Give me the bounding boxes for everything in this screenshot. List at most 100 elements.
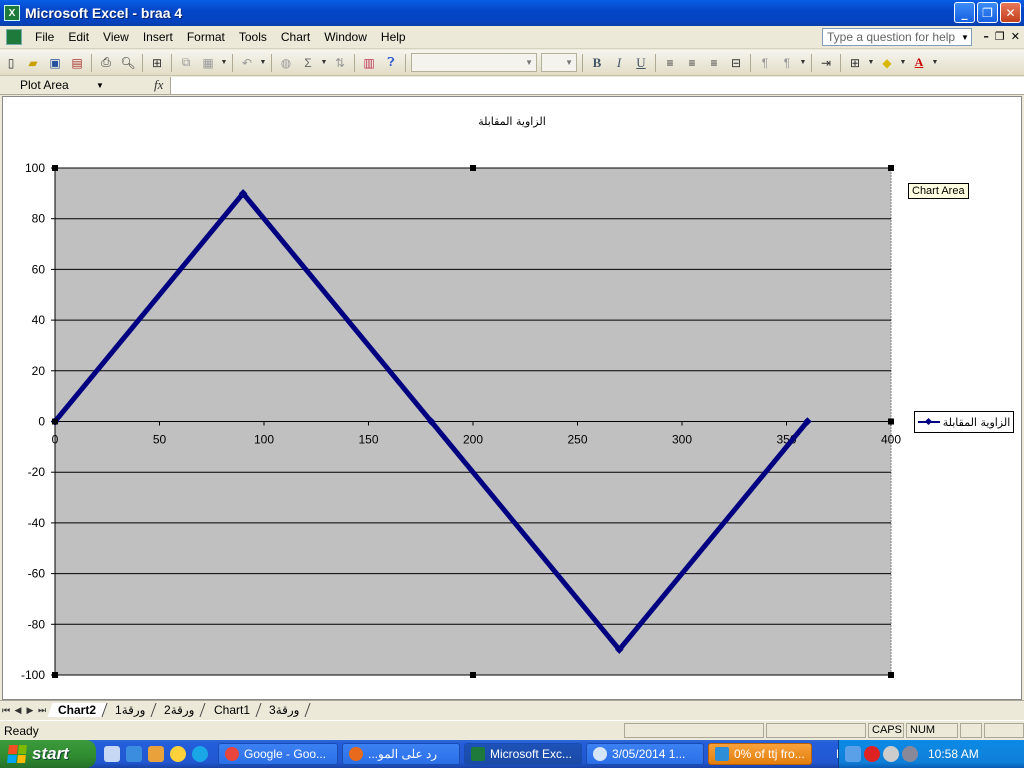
status-cell [624,723,764,738]
excel-app-icon[interactable]: X [4,5,20,21]
new-icon[interactable]: ▯ [1,53,21,73]
chart-legend[interactable]: الزاوية المقابلة [914,411,1014,433]
save-icon[interactable]: ▣ [45,53,65,73]
chevron-down-icon[interactable]: ▼ [958,28,972,46]
selection-handle [888,165,894,171]
help-search-input[interactable]: Type a question for help [822,28,972,46]
sort-icon[interactable]: ⇅ [330,53,350,73]
hyperlink-icon[interactable]: ◍ [276,53,296,73]
messenger-icon[interactable] [170,746,186,762]
selection-handle [888,672,894,678]
close-button[interactable]: ✕ [1000,2,1021,23]
chevron-down-icon[interactable]: ▼ [867,53,875,73]
help-icon[interactable]: ❓︎ [381,53,401,73]
italic-icon[interactable]: I [609,53,629,73]
font-name-select[interactable]: ▼ [411,53,537,72]
restore-button[interactable]: ❐ [977,2,998,23]
task-chrome[interactable]: Google - Goo... [218,743,338,765]
doc-restore-icon[interactable]: ❐ [995,30,1005,43]
chevron-down-icon[interactable]: ▼ [96,81,104,90]
chevron-down-icon[interactable]: ▼ [899,53,907,73]
align-center-icon[interactable]: ≡ [682,53,702,73]
chevron-down-icon[interactable]: ▼ [320,53,328,73]
underline-icon[interactable]: U [631,53,651,73]
font-color-icon[interactable]: A [909,53,929,73]
menu-edit[interactable]: Edit [61,30,96,44]
chevron-down-icon[interactable]: ▼ [220,53,228,73]
undo-icon[interactable]: ↶ [237,53,257,73]
skype-icon[interactable] [192,746,208,762]
tab-sheet3[interactable]: ورقة3 [258,703,311,717]
chevron-down-icon[interactable]: ▼ [931,53,939,73]
research-icon[interactable]: ⊞ [147,53,167,73]
minimize-button[interactable]: _ [954,2,975,23]
selection-handle [52,165,58,171]
merge-center-icon[interactable]: ⊟ [726,53,746,73]
align-left-icon[interactable]: ≡ [660,53,680,73]
chart-doc-icon[interactable] [6,29,22,45]
network-icon[interactable] [845,746,861,762]
fill-color-icon[interactable]: ◆ [877,53,897,73]
borders-icon[interactable]: ⊞ [845,53,865,73]
menu-insert[interactable]: Insert [136,30,180,44]
chart-wizard-icon[interactable]: ▥ [359,53,379,73]
show-desktop-icon[interactable] [104,746,120,762]
print-preview-icon[interactable]: 🔍︎ [118,53,138,73]
align-right-icon[interactable]: ≡ [704,53,724,73]
permission-icon[interactable]: ▤ [67,53,87,73]
volume-icon[interactable] [902,746,918,762]
menu-chart[interactable]: Chart [274,30,317,44]
tab-label: Chart1 [213,703,250,717]
chevron-down-icon[interactable]: ▼ [259,53,267,73]
indent-icon[interactable]: ⇥ [816,53,836,73]
formula-bar: Plot Area ▼ fx [0,77,1024,95]
font-size-select[interactable]: ▼ [541,53,577,72]
download-icon [715,747,729,761]
open-icon[interactable]: ▰ [23,53,43,73]
tab-chart2[interactable]: Chart2 [47,703,108,717]
ie-icon[interactable] [126,746,142,762]
task-download[interactable]: 0% of ttj fro... [708,743,812,765]
tab-chart1[interactable]: Chart1 [203,703,262,717]
autosum-icon[interactable]: Σ [298,53,318,73]
rtl-icon[interactable]: ¶ [777,53,797,73]
menu-format[interactable]: Format [180,30,232,44]
doc-minimize-icon[interactable]: – [983,30,989,43]
first-sheet-icon[interactable]: ⏮ [0,705,12,716]
start-button[interactable]: start [0,740,96,768]
media-icon[interactable] [148,746,164,762]
last-sheet-icon[interactable]: ⏭ [36,705,48,716]
start-label: start [32,744,69,763]
doc-close-icon[interactable]: ✕ [1011,30,1020,43]
task-firefox[interactable]: ...رد على المو [342,743,460,765]
chart-svg[interactable]: 100806040200-20-40-60-80-1000 50 100 150 200… [3,97,1021,699]
clock[interactable]: 10:58 AM [928,747,979,761]
prev-sheet-icon[interactable]: ◀ [12,705,24,716]
formula-input[interactable] [170,77,1024,94]
menu-help[interactable]: Help [374,30,413,44]
tab-label: ورقة1 [115,703,146,717]
legend-line-marker-icon [917,418,940,426]
menu-tools[interactable]: Tools [232,30,274,44]
firefox-icon [349,747,363,761]
tab-sheet2[interactable]: ورقة2 [153,703,207,717]
paste-icon[interactable]: ▦ [198,53,218,73]
menu-window[interactable]: Window [317,30,374,44]
task-clock-app[interactable]: 3/05/2014 1... [586,743,704,765]
menu-file[interactable]: File [28,30,61,44]
tab-label: ورقة2 [164,703,195,717]
acrobat-icon[interactable] [864,746,880,762]
antivirus-icon[interactable] [883,746,899,762]
chart-area[interactable]: الزاوية المقابلة 100 80 60 40 20 0 -20 -40 -60 -8… [2,96,1022,700]
task-excel[interactable]: Microsoft Exc... [464,743,582,765]
print-icon[interactable]: ⎙ [96,53,116,73]
tab-sheet1[interactable]: ورقة1 [104,703,158,717]
ltr-icon[interactable]: ¶ [755,53,775,73]
chevron-down-icon[interactable]: ▼ [799,53,807,73]
y-tick-label: 80 [32,212,46,226]
fx-icon[interactable]: fx [154,77,163,93]
bold-icon[interactable]: B [587,53,607,73]
next-sheet-icon[interactable]: ▶ [24,705,36,716]
menu-view[interactable]: View [96,30,136,44]
copy-icon[interactable]: ⧉ [176,53,196,73]
